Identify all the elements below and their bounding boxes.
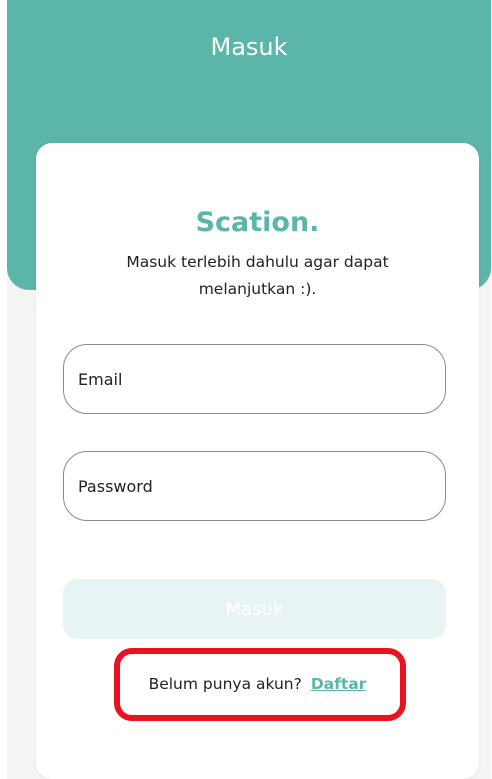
register-prompt: Belum punya akun? bbox=[148, 675, 302, 693]
page-title: Masuk bbox=[210, 33, 288, 61]
password-field[interactable] bbox=[63, 451, 446, 521]
register-row: Belum punya akun? Daftar bbox=[36, 675, 479, 693]
login-screen: Masuk Scation. Masuk terlebih dahulu aga… bbox=[7, 0, 491, 779]
login-card: Scation. Masuk terlebih dahulu agar dapa… bbox=[36, 143, 479, 779]
intro-text: Masuk terlebih dahulu agar dapat melanju… bbox=[126, 253, 389, 298]
email-field[interactable] bbox=[63, 344, 446, 414]
register-link[interactable]: Daftar bbox=[311, 675, 367, 693]
login-button[interactable]: Masuk bbox=[63, 579, 446, 639]
brand-name: Scation. bbox=[195, 207, 320, 238]
